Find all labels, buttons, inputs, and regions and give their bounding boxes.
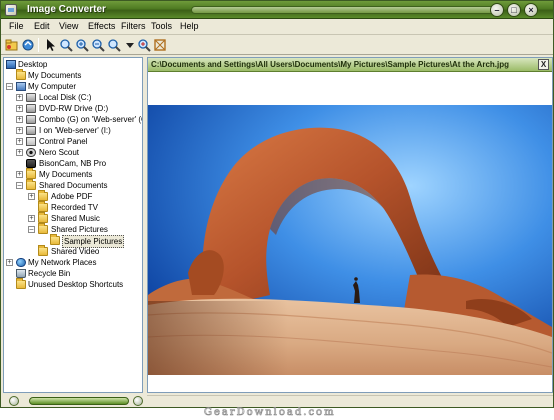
- crop-icon[interactable]: [153, 38, 167, 52]
- expand-toggle[interactable]: +: [16, 149, 23, 156]
- pointer-icon[interactable]: [43, 38, 57, 52]
- zoom-out-icon[interactable]: [91, 38, 105, 52]
- expand-toggle[interactable]: +: [6, 259, 13, 266]
- expand-toggle[interactable]: +: [16, 138, 23, 145]
- expand-toggle[interactable]: +: [16, 127, 23, 134]
- control-panel-icon: [26, 137, 36, 146]
- dvd-drive-icon: [26, 104, 36, 113]
- window-title: Image Converter: [27, 4, 106, 15]
- file-path-bar: C:\Documents and Settings\All Users\Docu…: [148, 58, 552, 72]
- photo-preview: [148, 105, 552, 375]
- zoom-in-icon[interactable]: [75, 38, 89, 52]
- zoom-dropdown-icon[interactable]: [123, 38, 137, 52]
- folder-icon: [26, 168, 36, 179]
- close-button[interactable]: ×: [524, 3, 538, 17]
- title-bar-ornament: [191, 6, 501, 14]
- expand-toggle[interactable]: +: [16, 105, 23, 112]
- expand-toggle[interactable]: +: [16, 94, 23, 101]
- expand-toggle[interactable]: +: [28, 215, 35, 222]
- recycle-bin-icon: [16, 269, 26, 278]
- menu-tools[interactable]: Tools: [151, 21, 172, 31]
- menu-bar: File Edit View Effects Filters Tools Hel…: [1, 19, 553, 35]
- watermark-text: GearDownload.com: [204, 407, 336, 419]
- computer-icon: [16, 82, 26, 91]
- status-left-knob[interactable]: [9, 396, 19, 406]
- watermark-strip: GearDownload.com: [0, 407, 554, 420]
- status-bar-right: [147, 395, 553, 407]
- folder-open-icon: [50, 234, 60, 245]
- folder-icon: [16, 69, 26, 80]
- arch-photo: [148, 105, 552, 375]
- minimize-button[interactable]: –: [490, 3, 504, 17]
- status-right-knob[interactable]: [133, 396, 143, 406]
- network-drive-icon: [26, 126, 36, 135]
- folder-icon: [38, 190, 48, 201]
- close-image-button[interactable]: X: [538, 59, 549, 70]
- collapse-toggle[interactable]: –: [28, 226, 35, 233]
- video-folder-icon: [38, 245, 48, 256]
- zoom-actual-icon[interactable]: [137, 38, 151, 52]
- drive-icon: [26, 93, 36, 102]
- menu-view[interactable]: View: [59, 21, 78, 31]
- zoom-icon[interactable]: [59, 38, 73, 52]
- open-folder-icon[interactable]: [5, 38, 19, 52]
- app-icon[interactable]: [5, 4, 17, 16]
- zoom-fit-icon[interactable]: [107, 38, 121, 52]
- network-icon: [16, 258, 26, 267]
- expand-toggle[interactable]: +: [16, 171, 23, 178]
- file-path: C:\Documents and Settings\All Users\Docu…: [151, 60, 510, 69]
- status-bar: [3, 395, 143, 407]
- network-drive-icon: [26, 115, 36, 124]
- save-icon[interactable]: [21, 38, 35, 52]
- maximize-button[interactable]: □: [507, 3, 521, 17]
- folder-icon: [16, 278, 26, 289]
- menu-effects[interactable]: Effects: [88, 21, 115, 31]
- music-folder-icon: [38, 212, 48, 223]
- image-viewer[interactable]: C:\Documents and Settings\All Users\Docu…: [147, 57, 553, 393]
- desktop-icon: [6, 60, 16, 69]
- app-window: Image Converter – □ × File Edit View Eff…: [0, 0, 554, 408]
- toolbar-separator: [38, 38, 39, 52]
- menu-edit[interactable]: Edit: [34, 21, 50, 31]
- folder-tree[interactable]: Desktop My Documents – My Computer + Loc…: [3, 57, 143, 393]
- folder-icon: [38, 201, 48, 212]
- menu-help[interactable]: Help: [180, 21, 199, 31]
- menu-filters[interactable]: Filters: [121, 21, 146, 31]
- pictures-folder-icon: [38, 223, 48, 234]
- camera-icon: [26, 159, 36, 168]
- folder-open-icon: [26, 179, 36, 190]
- nero-icon: [26, 148, 36, 157]
- expand-toggle[interactable]: +: [16, 116, 23, 123]
- collapse-toggle[interactable]: –: [6, 83, 13, 90]
- toolbar: [1, 35, 553, 55]
- progress-bar: [29, 397, 129, 405]
- menu-file[interactable]: File: [9, 21, 24, 31]
- collapse-toggle[interactable]: –: [16, 182, 23, 189]
- title-bar[interactable]: Image Converter – □ ×: [1, 1, 553, 19]
- expand-toggle[interactable]: +: [28, 193, 35, 200]
